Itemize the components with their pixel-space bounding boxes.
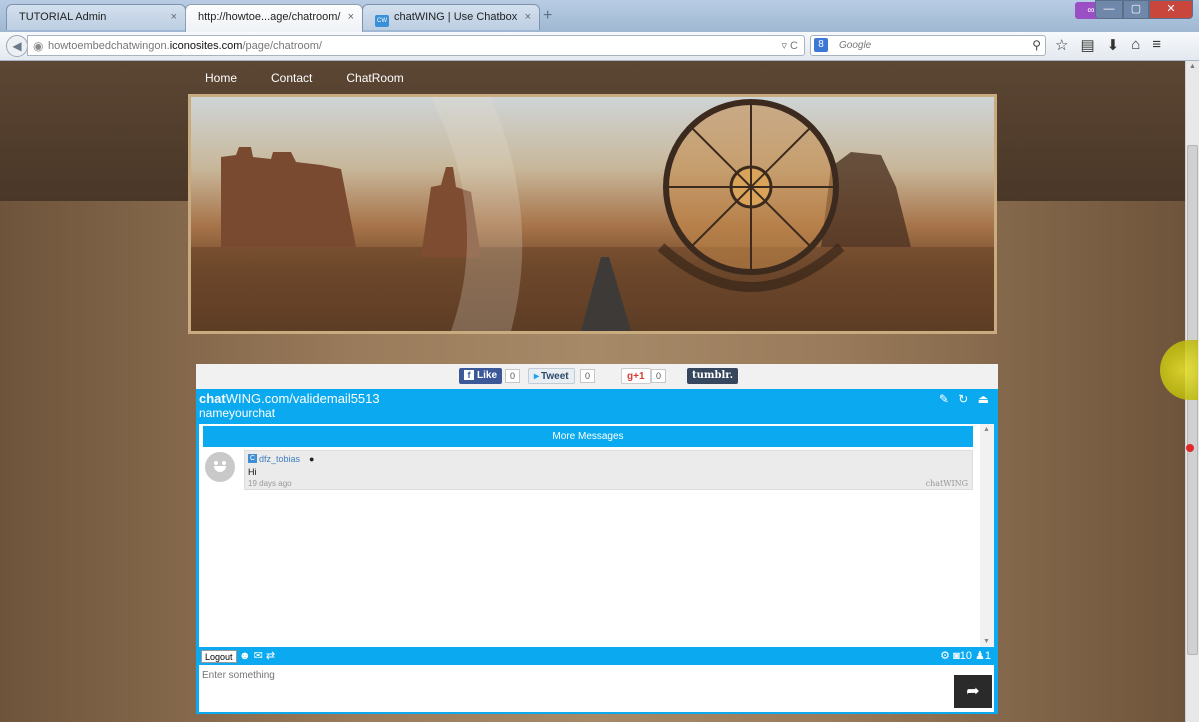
new-tab-button[interactable]: +: [543, 7, 552, 25]
maximize-button[interactable]: ▢: [1123, 0, 1149, 19]
google-engine-icon[interactable]: 8: [814, 38, 828, 52]
url-prefix: howtoembedchatwingon.: [48, 40, 170, 52]
tab-chatroom[interactable]: http://howtoe...age/chatroom/ ×: [185, 4, 363, 32]
search-bar[interactable]: 8 Google ⚲: [810, 35, 1046, 56]
downloads-icon[interactable]: ⬇: [1107, 36, 1120, 54]
minimize-button[interactable]: —: [1095, 0, 1123, 19]
message-username[interactable]: dfz_tobias: [259, 454, 300, 464]
tab-close-icon[interactable]: ×: [525, 11, 531, 23]
toolbar-icons: ☆ ▤ ⬇ ⌂ ≡: [1055, 36, 1161, 54]
url-bar[interactable]: ◉ howtoembedchatwingon.iconosites.com/pa…: [27, 35, 805, 56]
like-label: Like: [477, 370, 498, 381]
message-input-area: ➦: [199, 665, 994, 712]
chat-tool-icons[interactable]: ✎ ↻ ⏏: [939, 392, 992, 406]
message-list: More Messages C dfz_tobias ● Hi 19 days …: [199, 424, 980, 647]
chat-name: nameyourchat: [199, 406, 276, 420]
chatbox-widget: f Like 0 ▸ Tweet 0 g+1 0 tumblr. chatWING.…: [196, 364, 998, 714]
menu-icon[interactable]: ≡: [1152, 36, 1161, 54]
reply-bubble-icon[interactable]: ●: [309, 454, 314, 464]
chat-url-bold: chat: [199, 391, 226, 406]
back-button[interactable]: ◀: [6, 35, 28, 57]
message-scrollbar[interactable]: ▲ ▼: [980, 424, 994, 647]
chat-message: C dfz_tobias ● Hi 19 days ago chatWING: [244, 450, 973, 490]
chat-toolbar: Logout ☻ ✉ ⇄ ⚙ ◙10 ♟1: [199, 649, 994, 664]
avatar: [205, 452, 235, 482]
close-window-button[interactable]: ✕: [1149, 0, 1193, 19]
window-controls: — ▢ ✕: [1095, 0, 1193, 20]
url-path: /page/chatroom/: [242, 40, 322, 52]
cursor-indicator-dot: [1186, 444, 1194, 452]
tweet-count: 0: [580, 369, 596, 383]
reading-list-icon[interactable]: ▤: [1080, 36, 1094, 54]
tab-chatwing[interactable]: CW chatWING | Use Chatbox ×: [362, 4, 540, 30]
chat-url-rest: WING.com/validemail5513: [225, 391, 380, 406]
globe-icon: ◉: [33, 39, 44, 53]
chatwing-brand: chatWING: [925, 479, 968, 488]
message-time: 19 days ago: [248, 479, 292, 488]
facebook-like-button[interactable]: f Like: [459, 368, 503, 384]
like-count: 0: [505, 369, 521, 383]
chatwing-favicon-icon: CW: [375, 15, 389, 27]
tab-tutorial-admin[interactable]: TUTORIAL Admin ×: [6, 4, 186, 30]
user-badge-icon: C: [248, 454, 257, 463]
bookmark-star-icon[interactable]: ☆: [1055, 36, 1068, 54]
gplus-count: 0: [651, 369, 667, 383]
chatwing-chat: chatWING.com/validemail5513 nameyourchat…: [196, 389, 998, 714]
search-icon[interactable]: ⚲: [1032, 38, 1041, 52]
chat-url: chatWING.com/validemail5513: [199, 391, 380, 406]
emoticon-chat-icons[interactable]: ☻ ✉ ⇄: [239, 649, 275, 662]
tab-label: TUTORIAL Admin: [19, 11, 107, 23]
message-input[interactable]: [199, 665, 949, 685]
nav-link-contact[interactable]: Contact: [271, 71, 312, 85]
web-page: Home Contact ChatRoom f Like 0 ▸ Tweet 0…: [0, 61, 1185, 722]
social-share-bar: f Like 0 ▸ Tweet 0 g+1 0 tumblr.: [196, 364, 998, 389]
message-text: Hi: [248, 467, 257, 477]
tab-label: chatWING | Use Chatbox: [394, 11, 518, 23]
tab-label: http://howtoe...age/chatroom/: [198, 11, 341, 23]
more-messages-button[interactable]: More Messages: [203, 426, 973, 447]
logout-button[interactable]: Logout: [201, 650, 237, 663]
tweet-label: Tweet: [541, 371, 569, 382]
nav-link-chatroom[interactable]: ChatRoom: [346, 71, 403, 85]
tweet-button[interactable]: ▸ Tweet: [528, 368, 575, 384]
page-scroll-up-icon[interactable]: ▲: [1189, 63, 1196, 70]
browser-titlebar: TUTORIAL Admin × http://howtoe...age/cha…: [0, 0, 1199, 32]
browser-navbar: ◀ ◉ howtoembedchatwingon.iconosites.com/…: [0, 32, 1199, 61]
tumblr-button[interactable]: tumblr.: [687, 368, 739, 384]
twitter-bird-icon: ▸: [534, 371, 540, 382]
page-scroll-thumb[interactable]: [1187, 145, 1198, 655]
settings-rss-users-icons[interactable]: ⚙ ◙10 ♟1: [940, 649, 991, 662]
search-placeholder: Google: [839, 40, 872, 51]
site-navigation: Home Contact ChatRoom: [205, 71, 404, 85]
send-button[interactable]: ➦: [954, 675, 992, 708]
tab-close-icon[interactable]: ×: [348, 11, 354, 23]
nav-link-home[interactable]: Home: [205, 71, 237, 85]
home-icon[interactable]: ⌂: [1131, 36, 1140, 54]
url-domain: iconosites.com: [169, 40, 243, 52]
scroll-down-arrow-icon[interactable]: ▼: [983, 638, 990, 645]
google-plus-button[interactable]: g+1: [621, 368, 651, 384]
facebook-icon: f: [464, 370, 474, 380]
header-banner-image: [188, 94, 997, 334]
scroll-up-arrow-icon[interactable]: ▲: [983, 426, 990, 433]
desert-dreamcatcher-illustration: [191, 97, 994, 331]
url-text[interactable]: howtoembedchatwingon.iconosites.com/page…: [48, 40, 322, 52]
tab-close-icon[interactable]: ×: [171, 11, 177, 23]
reload-icon[interactable]: ▿ C: [781, 39, 798, 52]
